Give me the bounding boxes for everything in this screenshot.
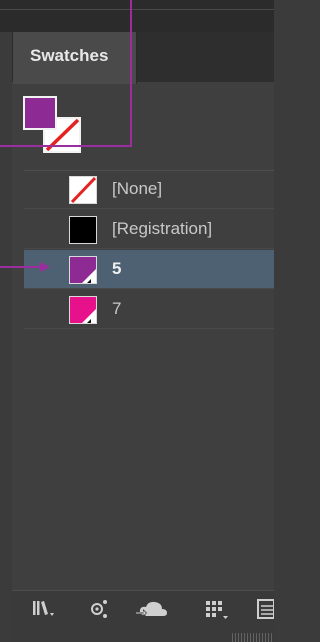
- swatch-row[interactable]: [Registration]: [24, 210, 274, 248]
- swatch-row[interactable]: 7: [24, 290, 274, 328]
- fill-swatch[interactable]: [23, 96, 57, 130]
- row-divider: [24, 288, 274, 289]
- swatch-grid-icon[interactable]: [202, 597, 232, 621]
- row-divider: [24, 248, 274, 249]
- list-view-icon[interactable]: [254, 597, 274, 621]
- resize-grip[interactable]: [232, 633, 274, 642]
- swatch-chip: [69, 216, 97, 244]
- window-top-strip: [0, 0, 274, 32]
- swatch-chip: [69, 296, 97, 324]
- row-divider: [24, 208, 274, 209]
- tab-swatches-label: Swatches: [30, 46, 109, 65]
- swatch-chip: [69, 176, 97, 204]
- libraries-icon[interactable]: [30, 597, 60, 621]
- swatches-panel-body: [12, 82, 274, 642]
- tab-bar-empty: [137, 32, 274, 82]
- top-strip-divider: [0, 9, 274, 10]
- swatch-label: 7: [112, 299, 122, 318]
- row-divider: [24, 328, 274, 329]
- swatch-row[interactable]: 5: [24, 250, 274, 288]
- cloud-sync-icon[interactable]: [133, 597, 173, 621]
- swatch-chip: [69, 256, 97, 284]
- swatch-row[interactable]: [None]: [24, 170, 274, 208]
- swatch-label: 5: [112, 259, 122, 278]
- swatch-label: [Registration]: [112, 219, 213, 238]
- color-theme-icon[interactable]: [86, 597, 116, 621]
- fill-stroke-proxy[interactable]: [23, 96, 85, 158]
- swatch-label: [None]: [112, 179, 163, 198]
